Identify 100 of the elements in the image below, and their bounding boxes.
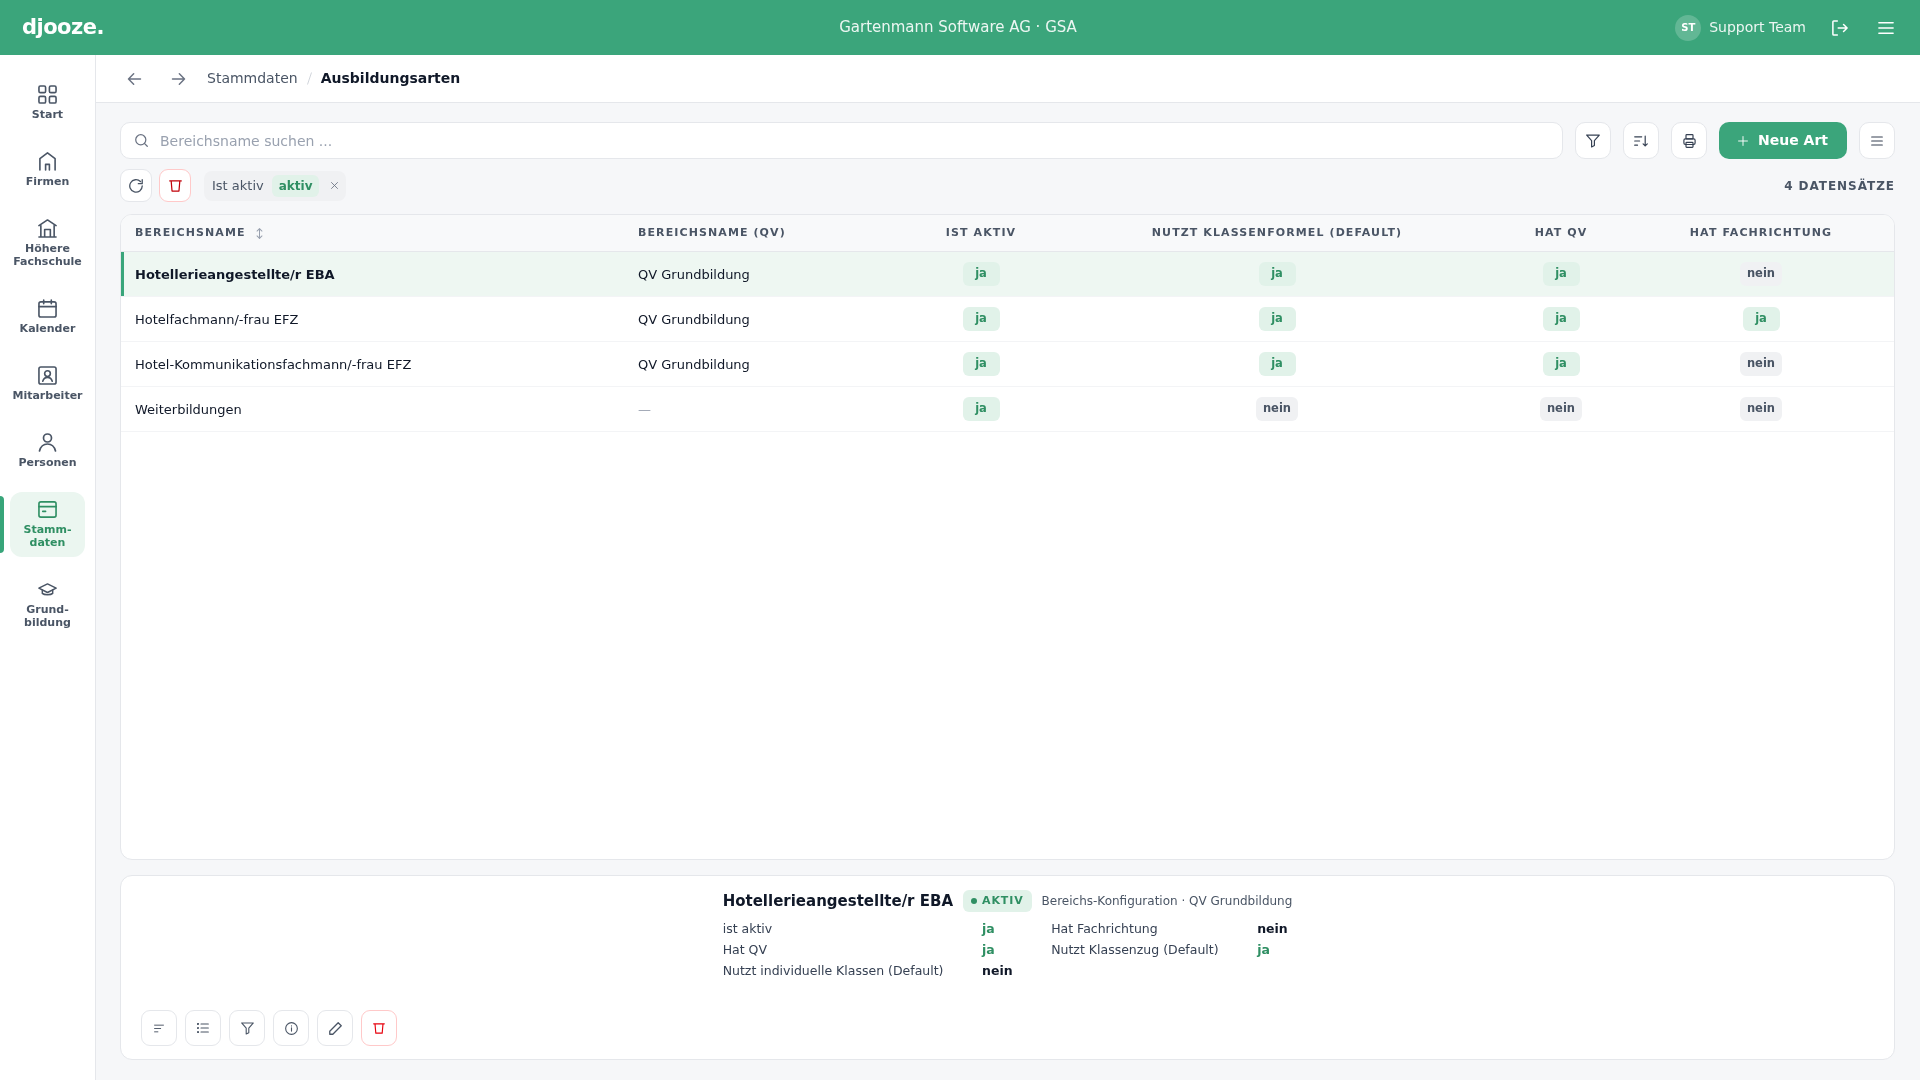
column-header: IST AKTIV: [945, 224, 1017, 241]
menu-icon: [1878, 20, 1894, 35]
info-icon: [284, 1021, 298, 1035]
sidebar-item[interactable]: Höhere Fachschule: [10, 211, 85, 276]
arrow-right-icon: [171, 72, 186, 85]
field-label: Hat Fachrichtung: [1051, 920, 1159, 938]
refresh-icon: [129, 178, 143, 193]
table-cell: Hotel-Kommunikationsfachmann/-frau EFZ: [135, 357, 412, 372]
search-icon: [135, 134, 148, 147]
filter-icon: [1586, 133, 1600, 148]
value-tag: nein: [1739, 262, 1783, 286]
id-card-icon: [38, 366, 57, 385]
field-value: nein: [982, 962, 1014, 980]
table-row[interactable]: Hotellerieangestellte/r EBA QV Grundbildung ja ja ja nein: [121, 252, 1894, 297]
filter-label: Ist aktiv: [212, 176, 264, 195]
field-label: Hat QV: [722, 941, 768, 959]
column-header[interactable]: BEREICHSNAME: [135, 224, 246, 242]
logout-icon: [1832, 19, 1848, 36]
filter-icon: [240, 1021, 254, 1035]
menu-icon: [1871, 135, 1883, 146]
plus-icon: [1738, 135, 1748, 146]
filter-button[interactable]: [1575, 122, 1611, 159]
breadcrumb-current: Ausbildungsarten: [320, 69, 461, 88]
table-cell: —: [638, 402, 651, 417]
logout-button[interactable]: [1832, 19, 1848, 36]
field-value: ja: [982, 941, 996, 959]
edit-button[interactable]: [317, 1010, 353, 1046]
refresh-button[interactable]: [120, 169, 152, 202]
sidebar-item[interactable]: Start: [10, 77, 85, 129]
table-cell: QV Grundbildung: [638, 312, 750, 327]
value-tag: ja: [1542, 352, 1580, 376]
lines-icon: [154, 1023, 164, 1033]
pencil-icon: [328, 1021, 342, 1035]
arrow-left-icon: [127, 72, 142, 85]
value-tag: nein: [1739, 352, 1783, 376]
table-cell: QV Grundbildung: [638, 267, 750, 282]
delete-button[interactable]: [361, 1010, 397, 1046]
trash-icon: [168, 178, 182, 193]
filter-value-tag: aktiv: [271, 174, 320, 197]
window-icon: [38, 500, 57, 519]
column-header: HAT QV: [1534, 224, 1588, 241]
value-tag: ja: [1742, 307, 1780, 331]
trash-icon: [373, 1021, 385, 1035]
menu-button[interactable]: [1878, 20, 1894, 35]
close-icon: [331, 182, 339, 189]
list-button[interactable]: [185, 1010, 221, 1046]
column-header: BEREICHSNAME (QV): [638, 224, 786, 241]
delete-button[interactable]: [159, 169, 191, 202]
more-button[interactable]: [1859, 122, 1895, 159]
record-count: 4 DATENSÄTZE: [1784, 177, 1895, 195]
table-cell: Weiterbildungen: [135, 402, 242, 417]
table-cell: Hotelfachmann/-frau EFZ: [135, 312, 299, 327]
field-label: Nutzt individuelle Klassen (Default): [722, 962, 945, 980]
sidebar-item[interactable]: Stamm-daten: [10, 492, 85, 557]
house-icon: [38, 152, 57, 171]
value-tag: ja: [1258, 352, 1296, 376]
remove-filter-button[interactable]: [331, 182, 339, 189]
sort-icon: [1634, 134, 1648, 147]
sidebar-item[interactable]: Firmen: [10, 144, 85, 196]
filter-button[interactable]: [229, 1010, 265, 1046]
company-title: Gartenmann Software AG · GSA: [839, 17, 1077, 39]
table-cell: Hotellerieangestellte/r EBA: [135, 267, 335, 282]
info-button[interactable]: [273, 1010, 309, 1046]
sidebar-item[interactable]: Personen: [10, 425, 85, 477]
field-value: ja: [982, 920, 996, 938]
value-tag: ja: [1542, 307, 1580, 331]
breadcrumb-link[interactable]: Stammdaten: [207, 68, 298, 89]
back-button[interactable]: [127, 72, 142, 85]
table-cell: QV Grundbildung: [638, 357, 750, 372]
column-header: NUTZT KLASSENFORMEL (DEFAULT): [1151, 224, 1403, 241]
value-tag: nein: [1739, 397, 1783, 421]
value-tag: nein: [1539, 397, 1583, 421]
value-tag: ja: [1258, 262, 1296, 286]
grid-icon: [38, 85, 57, 104]
value-tag: ja: [1542, 262, 1580, 286]
slash-icon: [306, 72, 312, 85]
value-tag: ja: [1258, 307, 1296, 331]
field-value: ja: [1257, 941, 1271, 959]
print-button[interactable]: [1671, 122, 1707, 159]
sidebar-item[interactable]: Grund-bildung: [10, 572, 85, 637]
field-value: nein: [1257, 920, 1289, 938]
sidebar-item[interactable]: Mitarbeiter: [10, 358, 85, 410]
status-label: AKTIV: [982, 892, 1024, 909]
building-icon: [38, 219, 57, 238]
sidebar-item[interactable]: Kalender: [10, 291, 85, 343]
field-label: Nutzt Klassenzug (Default): [1051, 941, 1220, 959]
detail-title: Hotellerieangestellte/r EBA: [722, 890, 954, 912]
value-tag: ja: [962, 262, 1000, 286]
field-label: ist aktiv: [722, 920, 774, 938]
selection-bar: [0, 496, 4, 553]
sort-button[interactable]: [1623, 122, 1659, 159]
search-field[interactable]: Bereichsname suchen ...: [120, 122, 1563, 159]
user-avatar: ST: [1675, 14, 1702, 41]
value-tag: ja: [962, 397, 1000, 421]
status-dot-icon: [971, 898, 978, 904]
list-icon: [197, 1023, 209, 1033]
value-tag: ja: [962, 307, 1000, 331]
forward-button[interactable]: [171, 72, 186, 85]
person-icon: [38, 433, 57, 452]
value-tag: ja: [962, 352, 1000, 376]
